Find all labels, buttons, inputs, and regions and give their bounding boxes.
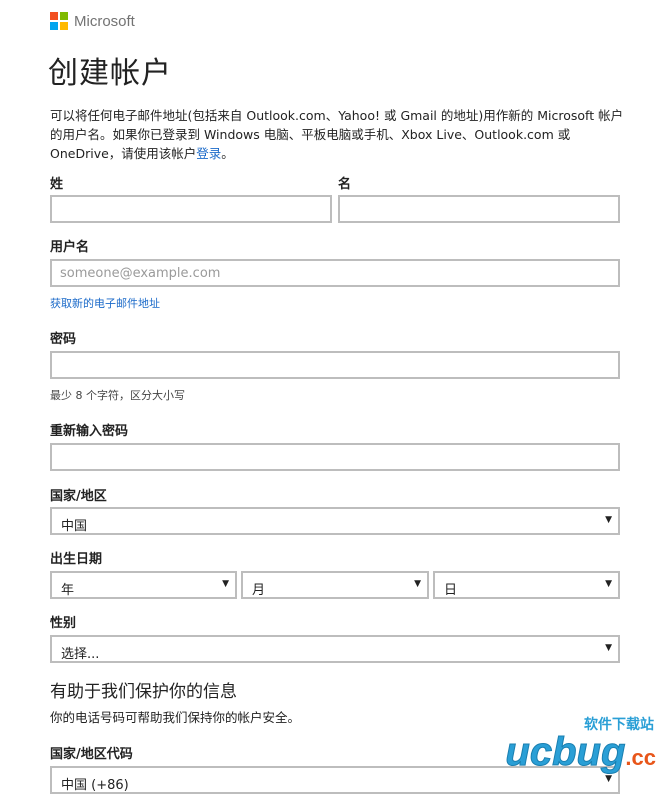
country-select-value: 中国 xyxy=(61,519,88,534)
birth-year-value: 年 xyxy=(61,583,75,598)
watermark-logo: ucbug.cc xyxy=(505,730,656,775)
watermark-logo-suffix: .cc xyxy=(625,745,656,770)
reenter-password-field-box xyxy=(50,443,620,471)
ucbug-watermark: 软件下载站 ucbug.cc xyxy=(456,714,656,794)
watermark-logo-text: ucbug xyxy=(505,730,626,775)
reenter-password-input[interactable] xyxy=(52,445,618,469)
gender-select[interactable]: 选择... ▼ xyxy=(50,635,620,663)
sign-in-link[interactable]: 登录 xyxy=(196,146,221,161)
dropdown-arrow-icon: ▼ xyxy=(605,515,612,525)
username-label: 用户名 xyxy=(50,240,90,255)
new-email-link[interactable]: 获取新的电子邮件地址 xyxy=(50,295,160,311)
intro-text: 可以将任何电子邮件地址(包括来自 Outlook.com、Yahoo! 或 Gm… xyxy=(50,108,624,161)
windows-logo-icon xyxy=(50,12,68,30)
password-label: 密码 xyxy=(50,332,77,347)
dropdown-arrow-icon: ▼ xyxy=(605,579,612,589)
protect-section-title: 有助于我们保护你的信息 xyxy=(50,682,237,702)
dropdown-arrow-icon: ▼ xyxy=(222,579,229,589)
gender-label: 性别 xyxy=(50,616,77,631)
birth-month-value: 月 xyxy=(252,583,266,598)
username-field-box xyxy=(50,259,620,287)
brand-name: Microsoft xyxy=(74,12,135,30)
microsoft-logo: Microsoft xyxy=(50,12,135,30)
password-field-box xyxy=(50,351,620,379)
country-select[interactable]: 中国 ▼ xyxy=(50,507,620,535)
last-name-field-box xyxy=(50,195,332,223)
password-input[interactable] xyxy=(52,353,618,377)
first-name-field-box xyxy=(338,195,620,223)
dropdown-arrow-icon: ▼ xyxy=(605,643,612,653)
first-name-label: 名 xyxy=(338,177,352,192)
birth-day-value: 日 xyxy=(444,583,458,598)
last-name-label: 姓 xyxy=(50,177,64,192)
country-code-label: 国家/地区代码 xyxy=(50,747,133,762)
country-label: 国家/地区 xyxy=(50,489,107,504)
protect-section-text: 你的电话号码可帮助我们保持你的帐户安全。 xyxy=(50,710,301,725)
page-title: 创建帐户 xyxy=(48,56,172,91)
gender-select-value: 选择... xyxy=(61,647,100,662)
birth-day-select[interactable]: 日 ▼ xyxy=(433,571,620,599)
password-hint: 最少 8 个字符，区分大小写 xyxy=(50,389,185,402)
birth-year-select[interactable]: 年 ▼ xyxy=(50,571,237,599)
country-code-value: 中国 (+86) xyxy=(61,778,129,793)
first-name-input[interactable] xyxy=(340,197,618,221)
reenter-password-label: 重新输入密码 xyxy=(50,424,129,439)
username-input[interactable] xyxy=(52,261,618,285)
birth-month-select[interactable]: 月 ▼ xyxy=(241,571,429,599)
birthdate-label: 出生日期 xyxy=(50,552,103,567)
dropdown-arrow-icon: ▼ xyxy=(414,579,421,589)
last-name-input[interactable] xyxy=(52,197,330,221)
